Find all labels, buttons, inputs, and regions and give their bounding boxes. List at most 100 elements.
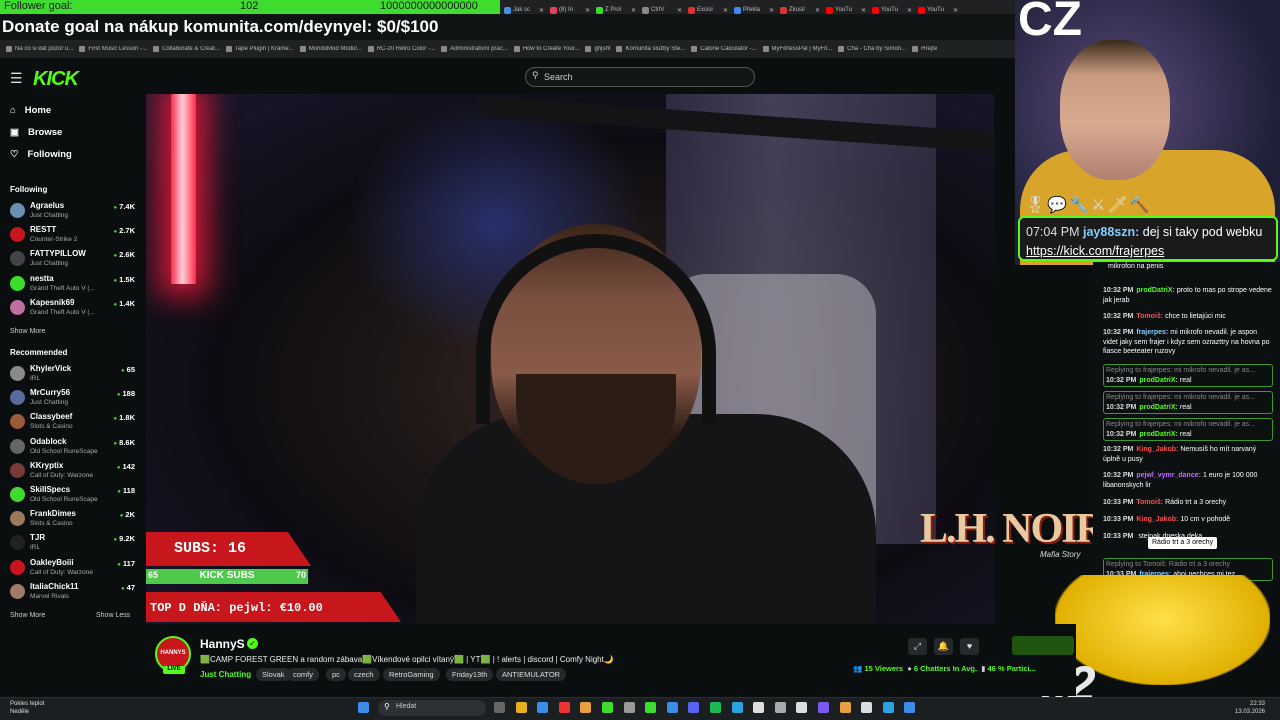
nav-following[interactable]: ♡ Following bbox=[10, 149, 72, 160]
chat-message[interactable]: 10:32 PM King_Jakob: Nemusíš ho mít narvan… bbox=[1103, 445, 1273, 464]
app-icon[interactable] bbox=[904, 702, 916, 713]
channel-item[interactable]: Kapesnik69Grand Theft Auto V (... 1.4K bbox=[10, 298, 135, 322]
search-input[interactable]: Search bbox=[525, 67, 755, 87]
nav-home[interactable]: ⌂ Home bbox=[10, 105, 51, 116]
channel-item[interactable]: KKryptixCall of Duty: Warzone 142 bbox=[10, 461, 135, 485]
bookmark-item[interactable]: MyFitnessPal | MyFit... bbox=[762, 46, 832, 52]
app-icon[interactable] bbox=[839, 702, 851, 713]
close-icon[interactable]: ✕ bbox=[861, 7, 866, 14]
bookmark-item[interactable]: Administrativní prac... bbox=[441, 46, 508, 52]
chrome-icon[interactable] bbox=[558, 702, 570, 713]
chat-username[interactable]: Tomoiš: bbox=[1136, 313, 1163, 320]
chat-message[interactable]: 10:33 PM Tomoiš: Rádio trt a 3 orechy bbox=[1103, 498, 1273, 508]
bookmark-item[interactable]: Calorie Calculator -... bbox=[691, 46, 757, 52]
close-icon[interactable]: ✕ bbox=[539, 7, 544, 14]
stream-tag[interactable]: pc bbox=[326, 668, 346, 681]
discord-icon[interactable] bbox=[688, 702, 700, 713]
chat-message[interactable]: 10:32 PM pejwl_vymr_dance: 1 euro je 100 0… bbox=[1103, 471, 1273, 490]
bookmark-item[interactable]: Na co si dát pozor u... bbox=[6, 46, 73, 52]
app-icon[interactable] bbox=[623, 702, 635, 713]
channel-item[interactable]: ClassybeefSlots & Casino 1.8K bbox=[10, 412, 135, 436]
channel-item[interactable]: OdablockOld School RuneScape 8.6K bbox=[10, 437, 135, 461]
weather-widget[interactable]: Pokles teplot Neděle bbox=[10, 700, 44, 716]
bookmark-item[interactable]: Komunita služby Ste... bbox=[616, 46, 685, 52]
expand-button[interactable]: ⤢ bbox=[908, 638, 927, 655]
chat-message[interactable]: mikrofon na penis bbox=[1103, 262, 1273, 272]
chat-username[interactable]: King_Jakob: bbox=[1136, 446, 1178, 453]
close-icon[interactable]: ✕ bbox=[631, 7, 636, 14]
edge-icon[interactable] bbox=[882, 702, 894, 713]
app-icon[interactable] bbox=[666, 702, 678, 713]
bookmark-item[interactable]: RC-20 Retro Color -... bbox=[367, 46, 435, 52]
app-icon[interactable] bbox=[580, 702, 592, 713]
start-icon[interactable] bbox=[358, 702, 369, 713]
app-icon[interactable] bbox=[861, 702, 873, 713]
close-icon[interactable]: ✕ bbox=[723, 7, 728, 14]
stream-tag[interactable]: Friday13th bbox=[446, 668, 494, 681]
bookmark-item[interactable]: Hrejte bbox=[912, 46, 937, 52]
chat-message[interactable]: 10:32 PM prodDatriX: proto to mas po strop… bbox=[1103, 286, 1273, 305]
channel-item[interactable]: FrankDimesSlots & Casino 2K bbox=[10, 509, 135, 533]
chat-username[interactable]: prodDatriX: bbox=[1139, 431, 1178, 438]
chat-username[interactable]: frajerpes: bbox=[1136, 329, 1168, 336]
channel-item[interactable]: OakleyBoiiiCall of Duty: Warzone 117 bbox=[10, 558, 135, 582]
chat-message[interactable]: Replying to frajerpes: mi mikrofo nevadi… bbox=[1103, 364, 1273, 387]
show-less-recommended[interactable]: Show Less bbox=[96, 612, 130, 619]
kick-logo[interactable]: KICK bbox=[33, 68, 79, 91]
show-more-following[interactable]: Show More bbox=[10, 328, 45, 335]
bookmark-item[interactable]: Tape Plugin | Krame... bbox=[225, 46, 294, 52]
file-explorer-icon[interactable] bbox=[515, 702, 527, 713]
streamer-name[interactable]: HannyS bbox=[200, 637, 245, 651]
menu-icon[interactable]: ☰ bbox=[10, 70, 23, 87]
app-icon[interactable] bbox=[818, 702, 829, 713]
chat-message[interactable]: 10:32 PM Tomoiš: chce to lietajúci mic bbox=[1103, 312, 1273, 322]
stream-tag[interactable]: czech bbox=[348, 668, 380, 681]
close-icon[interactable]: ✕ bbox=[953, 7, 958, 14]
spotify-icon[interactable] bbox=[710, 702, 721, 713]
chat-message[interactable]: 10:32 PM frajerpes: mi mikrofo nevadil. je… bbox=[1103, 328, 1273, 357]
nav-browse[interactable]: ▣ Browse bbox=[10, 127, 62, 138]
stream-tag[interactable]: comfy bbox=[287, 668, 320, 681]
bookmark-item[interactable]: MondoMod Modul... bbox=[299, 46, 362, 52]
show-more-recommended[interactable]: Show More bbox=[10, 612, 45, 619]
stream-category[interactable]: Just Chatting bbox=[200, 670, 251, 679]
chat-username[interactable]: Tomoiš: bbox=[1136, 499, 1163, 506]
channel-item[interactable]: ItaliaChick11Marvel Rivals 47 bbox=[10, 582, 135, 606]
chat-username[interactable]: pejwl_vymr_dance: bbox=[1136, 472, 1201, 479]
follow-button[interactable] bbox=[1012, 636, 1074, 655]
bookmark-item[interactable]: First Music Lesson -... bbox=[79, 46, 147, 52]
channel-item[interactable]: TJRIRL 9.2K bbox=[10, 533, 135, 557]
close-icon[interactable]: ✕ bbox=[769, 7, 774, 14]
channel-item[interactable]: SkillSpecs Old School RuneScape 118 bbox=[10, 485, 135, 509]
stream-tag[interactable]: ANTIEMULATOR bbox=[496, 668, 567, 681]
channel-item[interactable]: RESTTCounter-Strike 2 2.7K bbox=[10, 225, 135, 249]
close-icon[interactable]: ✕ bbox=[677, 7, 682, 14]
bookmark-item[interactable]: Collaborate & Creat... bbox=[153, 46, 220, 52]
heart-button[interactable]: ♥ bbox=[960, 638, 979, 655]
stream-tag[interactable]: Slovak bbox=[256, 668, 291, 681]
stream-tag[interactable]: RetroGaming bbox=[383, 668, 440, 681]
bookmark-item[interactable]: Cha - Cha by Simon... bbox=[838, 46, 906, 52]
app-icon[interactable] bbox=[537, 702, 549, 713]
chat-username[interactable]: prodDatriX: bbox=[1139, 404, 1178, 411]
channel-item[interactable]: KhylerVick IRL 65 bbox=[10, 364, 135, 388]
app-icon[interactable] bbox=[753, 702, 765, 713]
chat-message[interactable]: 10:33 PM King_Jakob: 10 cm v pohodě bbox=[1103, 515, 1273, 525]
channel-item[interactable]: nesttaGrand Theft Auto V (... 1.5K bbox=[10, 274, 135, 298]
app-icon[interactable] bbox=[602, 702, 613, 713]
app-icon[interactable] bbox=[796, 702, 808, 713]
chat-username[interactable]: prodDatriX: bbox=[1139, 377, 1178, 384]
bell-icon[interactable]: 🔔 bbox=[934, 638, 953, 655]
taskbar-search[interactable]: Hledat bbox=[378, 700, 486, 716]
highlight-link[interactable]: https://kick.com/frajerpes bbox=[1026, 244, 1164, 258]
channel-item[interactable]: FATTYPILLOWJust Chatting 2.6K bbox=[10, 249, 135, 273]
app-icon[interactable] bbox=[645, 702, 657, 713]
channel-item[interactable]: MrCurry56Just Chatting 188 bbox=[10, 388, 135, 412]
close-icon[interactable]: ✕ bbox=[585, 7, 590, 14]
bookmark-item[interactable]: ghjshf bbox=[585, 46, 610, 52]
telegram-icon[interactable] bbox=[731, 702, 743, 713]
close-icon[interactable]: ✕ bbox=[907, 7, 912, 14]
task-view-icon[interactable] bbox=[494, 702, 505, 713]
chat-username[interactable]: prodDatriX: bbox=[1136, 287, 1175, 294]
close-icon[interactable]: ✕ bbox=[815, 7, 820, 14]
